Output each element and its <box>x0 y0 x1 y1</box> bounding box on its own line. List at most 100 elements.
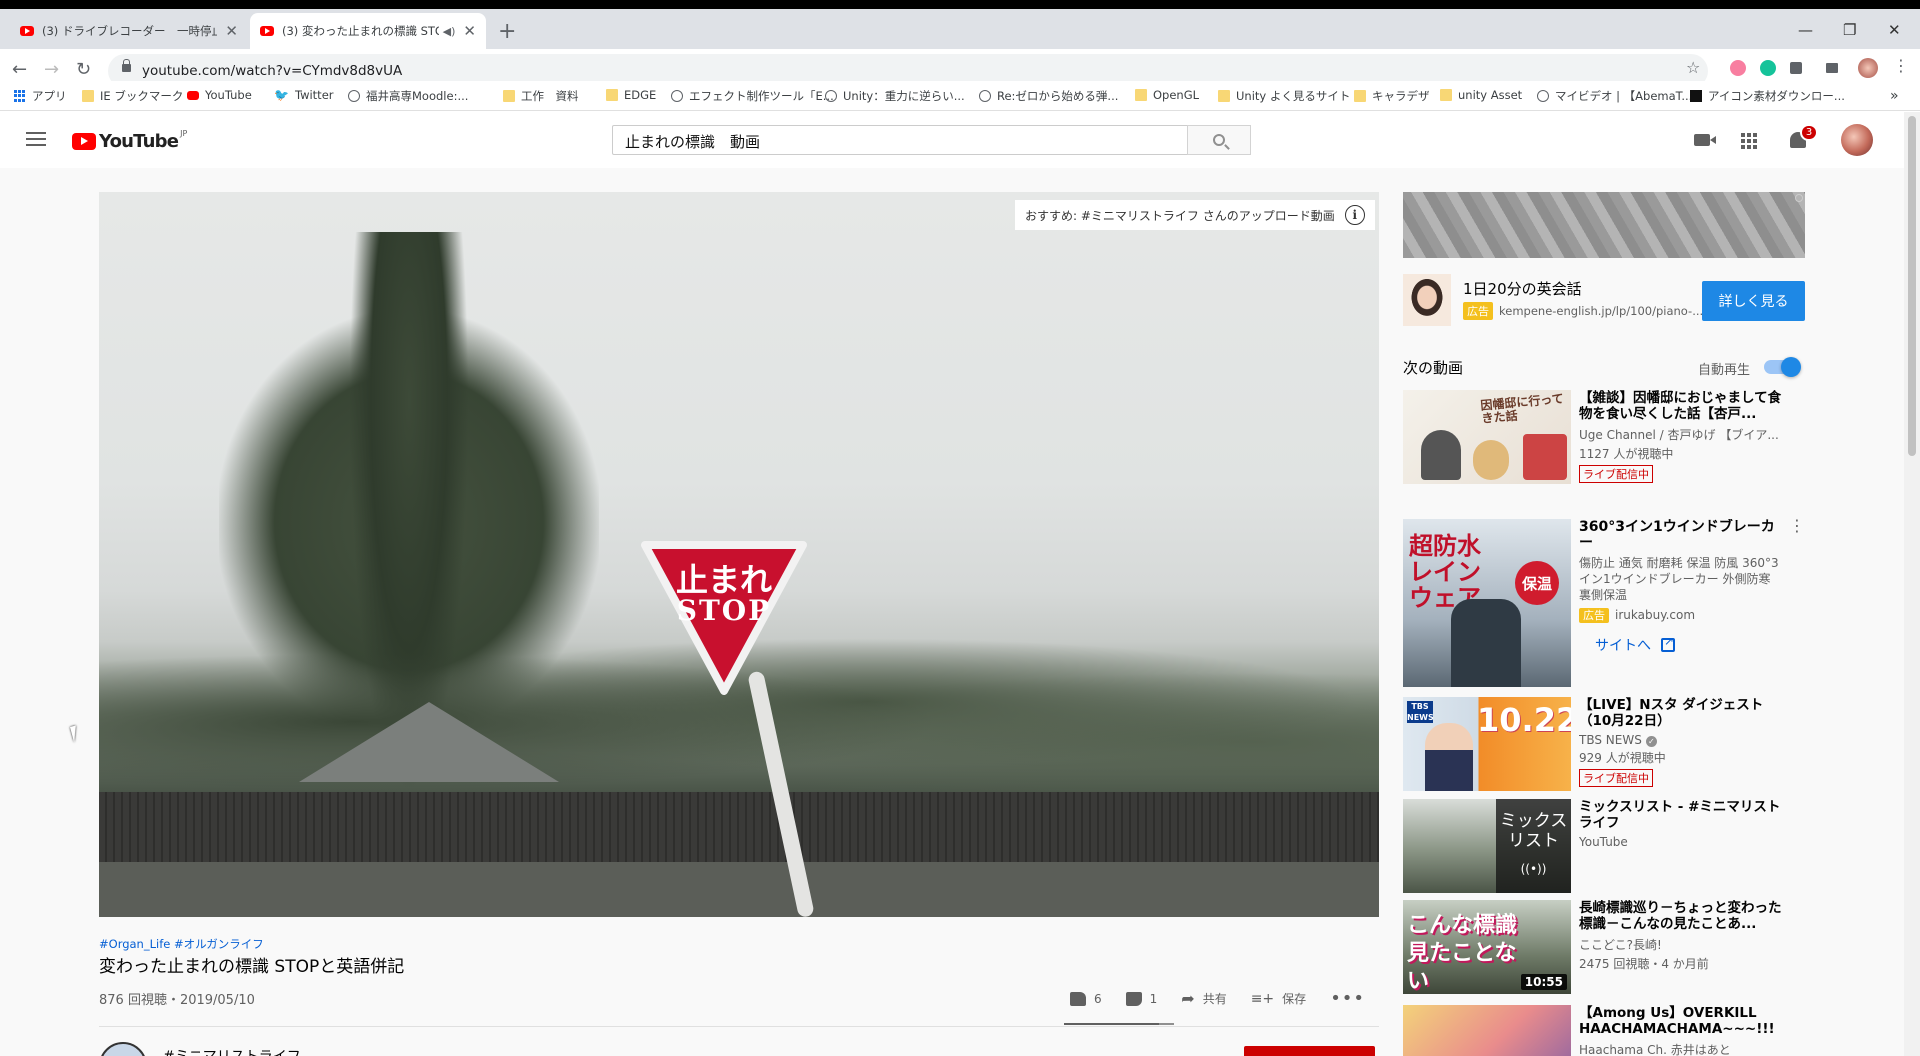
video-hashtags[interactable]: #Organ_Life #オルガンライフ <box>99 936 264 952</box>
bookmark-kousaku[interactable]: 工作 資料 <box>503 88 579 104</box>
bookmark-icon-material[interactable]: アイコン素材ダウンロー... <box>1690 88 1845 104</box>
video-thumbnail[interactable]: 因幡邸に行ってきた話 <box>1403 390 1571 484</box>
video-thumbnail[interactable] <box>1403 1005 1571 1056</box>
scene-fence <box>99 792 1379 862</box>
dislike-button[interactable]: 1 <box>1125 991 1157 1006</box>
video-card-text: ミックスリスト - #ミニマリストライフ YouTube <box>1579 799 1791 849</box>
video-card[interactable]: TBS NEWS 10.22 【LIVE】Nスタ ダイジェスト（10月22日） … <box>1403 697 1805 791</box>
tab-drive-recorder[interactable]: (3) ドライブレコーダー 一時停止標識 ✕ <box>10 13 248 49</box>
more-bookmarks-icon[interactable]: » <box>1890 88 1899 104</box>
bookmark-label: アイコン素材ダウンロー... <box>1708 89 1845 103</box>
puzzle-extensions-icon[interactable] <box>1790 62 1802 74</box>
reload-icon[interactable]: ↻ <box>76 59 91 80</box>
ad-banner[interactable] <box>1403 192 1805 258</box>
bookmark-edge[interactable]: EDGE <box>606 88 656 102</box>
visit-site-label: サイトへ <box>1595 638 1651 654</box>
grammarly-icon[interactable] <box>1760 60 1776 76</box>
video-card-channel[interactable]: ここどこ?長崎! <box>1579 936 1791 953</box>
video-card-channel[interactable]: YouTube <box>1579 835 1791 849</box>
bookmark-unity-gravity[interactable]: Unity：重力に逆らい... <box>825 88 965 104</box>
bookmark-rezero[interactable]: Re:ゼロから始める弾... <box>979 88 1118 104</box>
search-input[interactable]: 止まれの標識 動画 <box>612 125 1188 155</box>
like-button[interactable]: 6 <box>1070 991 1102 1006</box>
create-video-icon[interactable] <box>1694 134 1716 146</box>
video-card-title[interactable]: 【雑談】因幡邸におじゃまして食物を食い尽くした話【杏戸... <box>1579 390 1791 422</box>
video-card[interactable]: 因幡邸に行ってきた話 【雑談】因幡邸におじゃまして食物を食い尽くした話【杏戸..… <box>1403 390 1805 484</box>
search-button[interactable] <box>1187 125 1251 155</box>
up-next-heading: 次の動画 <box>1403 359 1464 377</box>
info-icon[interactable]: i <box>1344 205 1365 225</box>
close-window-icon[interactable]: ✕ <box>1888 21 1901 39</box>
video-card-title[interactable]: 長崎標識巡り－ちょっと変わった標識－こんなの見たことあ... <box>1579 900 1791 932</box>
video-card-channel[interactable]: Haachama Ch. 赤井はあと <box>1579 1041 1791 1056</box>
ad-title[interactable]: 1日20分の英会話 <box>1463 278 1582 299</box>
minimize-icon[interactable]: — <box>1798 21 1813 39</box>
bookmark-twitter[interactable]: 🐦 Twitter <box>274 88 334 102</box>
account-avatar[interactable] <box>1841 124 1873 156</box>
close-tab-icon[interactable]: ✕ <box>225 22 238 40</box>
video-thumbnail[interactable]: TBS NEWS 10.22 <box>1403 697 1571 791</box>
video-card[interactable]: 【Among Us】OVERKILL HAACHAMACHAMA~~~!!!【.… <box>1403 1005 1805 1056</box>
audio-playing-icon[interactable]: ◀) <box>443 25 456 38</box>
media-control-icon[interactable] <box>1826 63 1838 73</box>
profile-avatar-icon[interactable] <box>1858 58 1878 78</box>
restore-icon[interactable]: ❐ <box>1843 21 1856 39</box>
video-card-text: 【雑談】因幡邸におじゃまして食物を食い尽くした話【杏戸... Uge Chann… <box>1579 390 1791 483</box>
ad-card[interactable]: 超防水 レインウェア 保温 360°3イン1ウインドブレーカー 傷防止 通気 耐… <box>1403 518 1805 687</box>
video-card-title[interactable]: ミックスリスト - #ミニマリストライフ <box>1579 799 1791 831</box>
autoplay-toggle[interactable] <box>1764 357 1801 377</box>
tab-stop-sign-video[interactable]: (3) 変わった止まれの標識 STOP ◀) ✕ <box>250 13 486 49</box>
bookmark-label: マイビデオ | 【AbemaT... <box>1555 89 1693 103</box>
bookmark-ie[interactable]: IE ブックマーク <box>82 88 183 104</box>
video-card[interactable]: こんな標識見たことない 10:55 長崎標識巡り－ちょっと変わった標識－こんなの… <box>1403 900 1805 994</box>
page-scrollbar[interactable] <box>1904 112 1920 1056</box>
back-arrow-icon[interactable]: ← <box>12 59 27 80</box>
video-card-title[interactable]: 【Among Us】OVERKILL HAACHAMACHAMA~~~!!!【.… <box>1579 1005 1791 1037</box>
scrollbar-thumb[interactable] <box>1908 116 1916 456</box>
recommendation-overlay[interactable]: おすすめ: #ミニマリストライフ さんのアップロード動画 i <box>1015 200 1375 230</box>
toggle-knob[interactable] <box>1781 357 1801 377</box>
visit-site-button[interactable]: サイトへ <box>1595 634 1779 655</box>
ad-thumbnail[interactable]: 超防水 レインウェア 保温 <box>1403 519 1571 687</box>
bookmark-effect-tool[interactable]: エフェクト制作ツール「E... <box>671 88 834 104</box>
recommendation-text: おすすめ: #ミニマリストライフ さんのアップロード動画 <box>1025 208 1335 223</box>
more-vertical-icon[interactable]: ⋮ <box>1789 518 1805 534</box>
share-button[interactable]: ➦ 共有 <box>1181 989 1226 1008</box>
hamburger-menu-icon[interactable] <box>26 132 46 146</box>
video-thumbnail[interactable]: こんな標識見たことない 10:55 <box>1403 900 1571 994</box>
subscribe-button[interactable] <box>1244 1046 1375 1056</box>
ad-learn-more-button[interactable]: 詳しく見る <box>1702 281 1805 321</box>
video-card[interactable]: ミックスリスト ((•)) ミックスリスト - #ミニマリストライフ YouTu… <box>1403 799 1805 893</box>
bookmark-unity-sites[interactable]: Unity よく見るサイト <box>1218 88 1350 104</box>
browser-menu-icon[interactable]: ⋮ <box>1893 56 1909 75</box>
bookmark-apps[interactable]: アプリ <box>14 88 67 104</box>
bookmark-abema[interactable]: マイビデオ | 【AbemaT... <box>1537 88 1692 104</box>
new-tab-icon[interactable]: + <box>498 21 516 43</box>
bookmark-youtube[interactable]: YouTube <box>187 88 252 102</box>
apps-grid-icon[interactable] <box>1741 133 1757 149</box>
video-player[interactable]: 止まれ STOP おすすめ: #ミニマリストライフ さんのアップロード動画 i <box>99 192 1379 917</box>
url-text[interactable]: youtube.com/watch?v=CYmdv8d8vUA <box>142 63 402 79</box>
bookmark-chara-design[interactable]: キャラデザ <box>1354 88 1430 104</box>
save-button[interactable]: ≡+ 保存 <box>1251 990 1306 1007</box>
video-thumbnail[interactable]: ミックスリスト ((•)) <box>1403 799 1571 893</box>
video-card-channel[interactable]: Uge Channel / 杏戸ゆげ 【ブイア... <box>1579 426 1791 443</box>
forward-arrow-icon[interactable]: → <box>44 59 59 80</box>
extension-icon[interactable] <box>1730 60 1746 76</box>
like-count: 6 <box>1094 991 1102 1006</box>
bookmark-unity-asset[interactable]: unity Asset <box>1440 88 1522 102</box>
more-actions-button[interactable]: ••• <box>1330 988 1365 1009</box>
bookmark-moodle[interactable]: 福井高専Moodle:... <box>348 88 468 104</box>
video-card-title[interactable]: 【LIVE】Nスタ ダイジェスト（10月22日） <box>1579 697 1791 729</box>
ad-card-title[interactable]: 360°3イン1ウインドブレーカー <box>1579 519 1779 551</box>
thumbnail-badge: 保温 <box>1515 561 1559 605</box>
video-card-channel[interactable]: TBS NEWS ✓ <box>1579 733 1791 747</box>
close-tab-icon[interactable]: ✕ <box>463 22 476 40</box>
bookmark-opengl[interactable]: OpenGL <box>1135 88 1199 102</box>
youtube-logo[interactable]: YouTube JP <box>72 129 187 152</box>
folder-icon <box>1354 90 1366 102</box>
bookmark-star-icon[interactable]: ☆ <box>1686 58 1700 77</box>
ad-info-icon[interactable] <box>1795 194 1803 202</box>
channel-name[interactable]: #ミニマリストライフ <box>163 1046 301 1056</box>
youtube-play-icon <box>72 133 96 150</box>
